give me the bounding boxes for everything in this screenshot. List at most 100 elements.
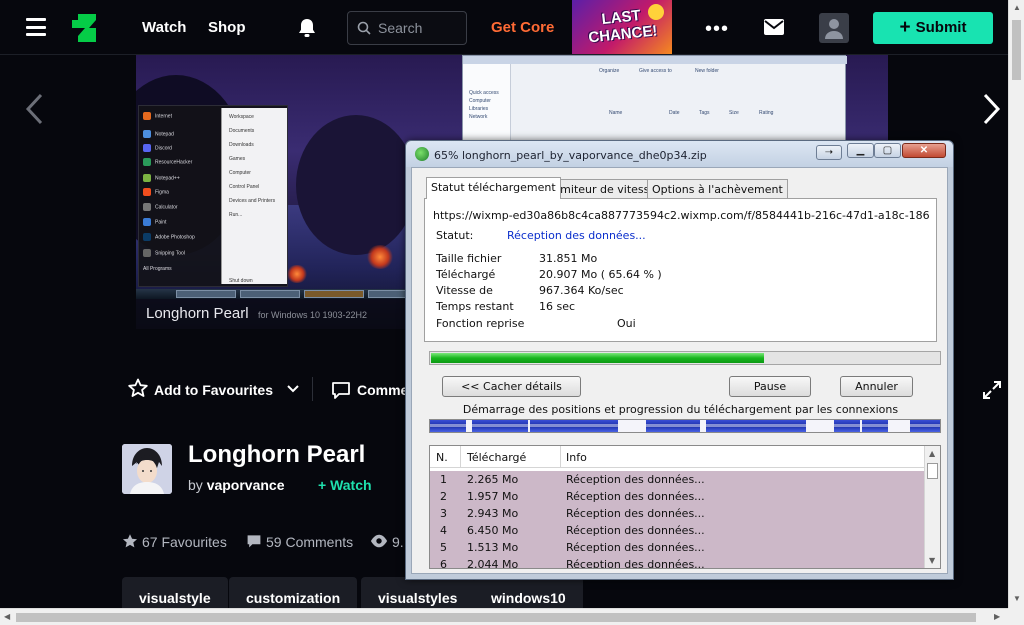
more-options-icon[interactable]: •••: [705, 18, 729, 41]
expand-icon[interactable]: [982, 380, 1002, 400]
scrollbar-thumb[interactable]: [16, 613, 976, 622]
field-value: 967.364 Ko/sec: [539, 284, 624, 297]
search-input[interactable]: [378, 18, 462, 38]
table-row[interactable]: 5 1.513 Mo Réception des données...: [430, 539, 924, 556]
author-avatar[interactable]: [122, 444, 172, 494]
author-link[interactable]: vaporvance: [207, 477, 285, 493]
connections-label: Démarrage des positions et progression d…: [462, 403, 899, 416]
screenshot-start-menu: Internet Notepad Discord ResourceHacker …: [138, 105, 288, 287]
download-url: https://wixmp-ed30a86b8c4ca887773594c2.w…: [433, 209, 929, 222]
scroll-up-icon[interactable]: ▲: [1013, 3, 1021, 12]
download-progress-bar: [429, 351, 941, 365]
field-value: 20.907 Mo ( 65.64 % ): [539, 268, 662, 281]
add-to-favourites-button[interactable]: Add to Favourites: [154, 382, 273, 398]
status-label: Statut:: [436, 229, 474, 242]
table-row[interactable]: 3 2.943 Mo Réception des données...: [430, 505, 924, 522]
scrollbar-thumb[interactable]: [927, 463, 938, 479]
scroll-up-icon[interactable]: ▲: [929, 449, 935, 458]
author-byline: by vaporvance: [188, 477, 285, 493]
lantern-glow: [286, 265, 308, 283]
hide-details-button[interactable]: << Cacher détails: [442, 376, 581, 397]
lantern-glow: [366, 245, 394, 269]
plus-icon: +: [899, 17, 911, 38]
minimize-button[interactable]: ▁: [847, 143, 874, 158]
chevron-left-icon[interactable]: [24, 93, 44, 125]
scroll-down-icon[interactable]: ▼: [929, 556, 935, 565]
preview-title: Longhorn Pearl: [146, 305, 249, 322]
hamburger-icon[interactable]: [26, 18, 46, 36]
user-silhouette-icon: [825, 19, 843, 39]
mail-icon[interactable]: [764, 19, 784, 35]
cancel-button[interactable]: Annuler: [840, 376, 913, 397]
deviantart-logo-icon[interactable]: [72, 14, 96, 42]
comment-icon: [247, 535, 261, 548]
scroll-left-icon[interactable]: ◀: [4, 612, 10, 621]
connection-segment: [530, 420, 618, 432]
top-navigation: Watch Shop Get Core LAST CHANCE! ••• +Su…: [0, 0, 1008, 55]
pause-button[interactable]: Pause: [729, 376, 811, 397]
eye-icon: [370, 534, 388, 548]
resume-label: Fonction reprise: [436, 317, 525, 330]
column-header[interactable]: Info: [566, 451, 587, 464]
nav-shop-link[interactable]: Shop: [208, 19, 246, 36]
status-value: Réception des données...: [507, 229, 646, 242]
last-chance-promo-banner[interactable]: LAST CHANCE!: [572, 0, 672, 54]
dialog-titlebar[interactable]: 65% longhorn_pearl_by_vaporvance_dhe0p34…: [406, 141, 953, 167]
field-value: 31.851 Mo: [539, 252, 598, 265]
chevron-down-icon[interactable]: [286, 383, 300, 395]
submit-button[interactable]: + Submit: [873, 12, 993, 44]
connection-segment: [472, 420, 528, 432]
connection-segment: [430, 420, 466, 432]
nav-watch-link[interactable]: Watch: [142, 19, 186, 36]
divider: [312, 377, 313, 401]
download-app-icon: [415, 147, 429, 161]
resume-value: Oui: [617, 317, 636, 330]
field-label: Téléchargé: [436, 268, 496, 281]
tree-shape: [296, 115, 416, 255]
get-core-link[interactable]: Get Core: [491, 19, 554, 36]
maximize-button[interactable]: ▢: [874, 143, 901, 158]
column-header[interactable]: Téléchargé: [467, 451, 526, 464]
scroll-down-icon[interactable]: ▼: [1013, 594, 1021, 603]
plus-icon: +: [318, 477, 331, 493]
comment-icon[interactable]: [331, 380, 351, 400]
user-avatar[interactable]: [819, 13, 849, 43]
chevron-right-icon[interactable]: [982, 93, 1002, 125]
table-row[interactable]: 1 2.265 Mo Réception des données...: [430, 471, 924, 488]
field-label: Taille fichier: [436, 252, 502, 265]
table-scrollbar[interactable]: ▲ ▼: [924, 446, 940, 568]
table-row[interactable]: 4 6.450 Mo Réception des données...: [430, 522, 924, 539]
connections-table: N. Téléchargé Info 1 2.265 Mo Réception …: [429, 445, 941, 569]
favourites-count: 67 Favourites: [122, 533, 227, 550]
close-button[interactable]: ✕: [902, 143, 946, 158]
scrollbar-corner: [1008, 608, 1024, 625]
field-value: 16 sec: [539, 300, 576, 313]
tab-download-status[interactable]: Statut téléchargement: [426, 177, 561, 199]
comment-button[interactable]: Comment: [357, 382, 407, 398]
scroll-right-icon[interactable]: ▶: [994, 612, 1000, 621]
search-box[interactable]: [347, 11, 467, 45]
dialog-body: Statut téléchargement Limiteur de vitess…: [411, 167, 948, 574]
column-header[interactable]: N.: [436, 451, 448, 464]
table-row[interactable]: 2 1.957 Mo Réception des données...: [430, 488, 924, 505]
views-count: 9.: [370, 533, 404, 550]
star-icon[interactable]: [128, 378, 148, 398]
table-header: N. Téléchargé Info: [430, 446, 924, 468]
dialog-title: 65% longhorn_pearl_by_vaporvance_dhe0p34…: [434, 149, 707, 162]
progress-fill: [431, 353, 764, 363]
vertical-scrollbar[interactable]: ▲ ▼: [1008, 0, 1024, 608]
search-icon: [357, 21, 371, 35]
arrow-right-icon[interactable]: ➝: [816, 145, 842, 160]
tab-speed-limiter[interactable]: Limiteur de vitesse: [546, 179, 662, 198]
connection-segment: [910, 420, 940, 432]
watch-author-button[interactable]: + Watch: [318, 477, 372, 493]
author-avatar-illustration: [122, 444, 172, 494]
table-row[interactable]: 6 2.044 Mo Réception des données...: [430, 556, 924, 568]
star-icon: [122, 534, 138, 548]
scrollbar-thumb[interactable]: [1012, 20, 1021, 80]
horizontal-scrollbar[interactable]: ◀ ▶: [0, 608, 1008, 625]
bell-icon[interactable]: [296, 17, 318, 39]
tab-completion-options[interactable]: Options à l'achèvement: [647, 179, 788, 198]
download-dialog: 65% longhorn_pearl_by_vaporvance_dhe0p34…: [405, 140, 954, 580]
comments-count: 59 Comments: [246, 533, 353, 550]
